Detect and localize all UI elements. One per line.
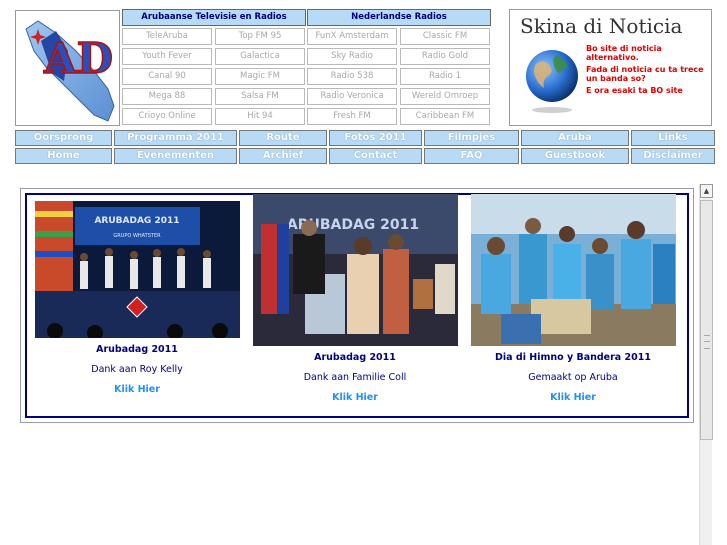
radio-link-caribbeanfm[interactable]: Caribbean FM bbox=[400, 108, 490, 125]
radio-link-funx[interactable]: FunX Amsterdam bbox=[307, 28, 397, 45]
gallery-item-3-title: Dia di Himno y Bandera 2011 bbox=[495, 352, 651, 363]
radio-link-classicfm[interactable]: Classic FM bbox=[400, 28, 490, 45]
gallery-item-1: ARUBADAG 2011 GRUPO WHATSTER Arubadag 20… bbox=[32, 201, 242, 395]
photo-himno-bandera[interactable] bbox=[470, 194, 676, 346]
gallery-item-2-link[interactable]: Klik Hier bbox=[250, 392, 460, 403]
main-nav-row-1: Oorsprong Programma 2011 Route Fotos 201… bbox=[15, 130, 715, 146]
radio-link-canal90[interactable]: Canal 90 bbox=[122, 68, 212, 85]
nav-archief[interactable]: Archief bbox=[239, 148, 327, 164]
radio-link-teleaurba[interactable]: TeleAruba bbox=[122, 28, 212, 45]
radio-link-youth-fever[interactable]: Youth Fever bbox=[122, 48, 212, 65]
gallery-item-3-credit: Gemaakt op Aruba bbox=[528, 372, 618, 383]
news-banner-title: Skina di Noticia bbox=[520, 14, 683, 38]
nav-oorsprong[interactable]: Oorsprong bbox=[15, 130, 112, 146]
nederlandse-radio-column: Nederlandse Radios FunX Amsterdam Classi… bbox=[307, 9, 491, 128]
arubaanse-radio-column: Arubaanse Televisie en Radios TeleAruba … bbox=[122, 9, 306, 128]
photo-arubadag-speech[interactable]: ARUBADAG 2011 bbox=[252, 194, 458, 346]
radio-link-hit94[interactable]: Hit 94 bbox=[215, 108, 305, 125]
radio-link-radiogold[interactable]: Radio Gold bbox=[400, 48, 490, 65]
svg-text:AD: AD bbox=[43, 34, 113, 83]
nav-programma-2011[interactable]: Programma 2011 bbox=[114, 130, 237, 146]
gallery-item-1-title: Arubadag 2011 bbox=[96, 344, 178, 355]
nav-route[interactable]: Route bbox=[239, 130, 327, 146]
gallery-item-3-link[interactable]: Klik Hier bbox=[468, 392, 678, 403]
nav-filmpjes[interactable]: Filmpjes bbox=[424, 130, 519, 146]
gallery-item-2-credit: Dank aan Familie Coll bbox=[303, 372, 407, 383]
nederlandse-radio-header: Nederlandse Radios bbox=[307, 9, 491, 26]
radio-link-skyradio[interactable]: Sky Radio bbox=[307, 48, 397, 65]
scrollbar-grip bbox=[704, 335, 710, 349]
gallery-item-2-title: Arubadag 2011 bbox=[314, 352, 396, 363]
news-line-2: Fada di noticia cu ta trece un banda so? bbox=[586, 65, 704, 83]
skina-di-noticia-banner[interactable]: Skina di Noticia Bo site di noticia alte… bbox=[509, 9, 712, 126]
news-line-1: Bo site di noticia alternativo. bbox=[586, 44, 662, 62]
nav-disclaimer[interactable]: Disclaimer bbox=[631, 148, 715, 164]
photo-gallery-frame: ARUBADAG 2011 GRUPO WHATSTER Arubadag 20… bbox=[20, 188, 694, 423]
nav-fotos-2011[interactable]: Fotos 2011 bbox=[329, 130, 422, 146]
radio-link-radio538[interactable]: Radio 538 bbox=[307, 68, 397, 85]
nav-evenementen[interactable]: Evenementen bbox=[114, 148, 237, 164]
radio-link-galactica[interactable]: Galactica bbox=[215, 48, 305, 65]
nav-faq[interactable]: FAQ bbox=[424, 148, 519, 164]
radio-link-freshfm[interactable]: Fresh FM bbox=[307, 108, 397, 125]
earth-globe-icon bbox=[526, 50, 578, 113]
gallery-item-2: ARUBADAG 2011 Arubadag 2011 Dank aan Fam… bbox=[250, 194, 460, 403]
news-banner-text: Bo site di noticia alternativo. Fada di … bbox=[586, 44, 711, 98]
gallery-item-1-credit: Dank aan Roy Kelly bbox=[91, 364, 183, 375]
svg-text:ARUBADAG 2011: ARUBADAG 2011 bbox=[94, 216, 179, 226]
radio-link-veronica[interactable]: Radio Veronica bbox=[307, 88, 397, 105]
news-line-3: E ora esaki ta BO site bbox=[586, 86, 683, 95]
radio-link-magicfm[interactable]: Magic FM bbox=[215, 68, 305, 85]
radio-link-salsafm[interactable]: Salsa FM bbox=[215, 88, 305, 105]
nav-home[interactable]: Home bbox=[15, 148, 112, 164]
page-scrollbar[interactable]: ▲ bbox=[699, 184, 713, 545]
gallery-item-3: Dia di Himno y Bandera 2011 Gemaakt op A… bbox=[468, 194, 678, 403]
photo-arubadag-stage[interactable]: ARUBADAG 2011 GRUPO WHATSTER bbox=[34, 201, 240, 338]
scroll-up-arrow-icon[interactable]: ▲ bbox=[700, 184, 713, 198]
radio-link-topfm95[interactable]: Top FM 95 bbox=[215, 28, 305, 45]
photo-gallery: ARUBADAG 2011 GRUPO WHATSTER Arubadag 20… bbox=[25, 193, 689, 418]
nav-guestbook[interactable]: Guestbook bbox=[521, 148, 629, 164]
scrollbar-thumb[interactable] bbox=[700, 200, 713, 440]
radio-link-mega88[interactable]: Mega 88 bbox=[122, 88, 212, 105]
nav-links[interactable]: Links bbox=[631, 130, 715, 146]
radio-link-crioyo-online[interactable]: Crioyo Online bbox=[122, 108, 212, 125]
aruba-ad-logo: AD bbox=[25, 20, 115, 122]
arubaanse-radio-header: Arubaanse Televisie en Radios bbox=[122, 9, 306, 26]
gallery-item-1-link[interactable]: Klik Hier bbox=[32, 384, 242, 395]
radio-link-wereld-omroep[interactable]: Wereld Omroep bbox=[400, 88, 490, 105]
radio-link-radio1[interactable]: Radio 1 bbox=[400, 68, 490, 85]
nav-aruba[interactable]: Aruba bbox=[521, 130, 629, 146]
site-logo[interactable]: AD bbox=[15, 10, 120, 126]
main-nav-row-2: Home Evenementen Archief Contact FAQ Gue… bbox=[15, 148, 715, 164]
svg-text:GRUPO WHATSTER: GRUPO WHATSTER bbox=[113, 233, 161, 239]
nav-contact[interactable]: Contact bbox=[329, 148, 422, 164]
